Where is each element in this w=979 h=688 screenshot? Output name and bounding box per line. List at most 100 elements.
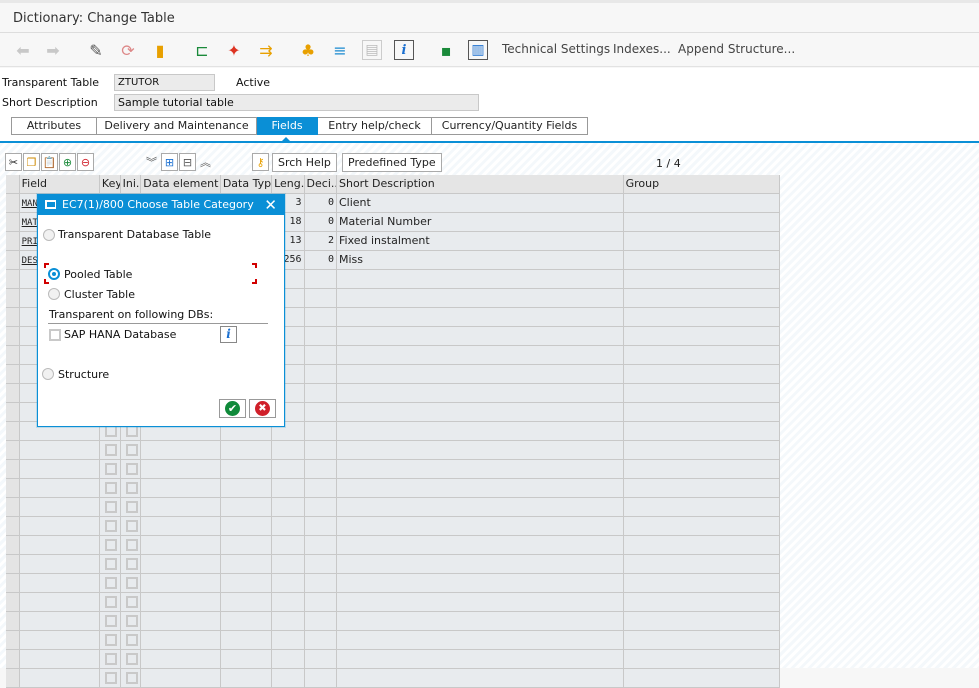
short-description-cell[interactable]	[337, 631, 624, 649]
decimals-cell[interactable]	[305, 270, 337, 288]
back-arrow-icon[interactable]: ⬅	[13, 40, 33, 60]
insert-row-icon[interactable]: ⊕	[59, 153, 76, 171]
tab-fields[interactable]: Fields	[257, 117, 318, 135]
decimals-cell[interactable]	[305, 403, 337, 421]
initial-values-checkbox[interactable]	[125, 596, 138, 608]
field-name-cell[interactable]	[20, 441, 100, 459]
group-cell[interactable]	[624, 327, 780, 345]
key-checkbox[interactable]	[104, 596, 117, 608]
expand-all-icon[interactable]: ︾	[143, 153, 160, 171]
group-cell[interactable]	[624, 441, 780, 459]
length-cell[interactable]	[272, 479, 305, 497]
field-name-cell[interactable]	[20, 479, 100, 497]
key-cell[interactable]	[100, 669, 121, 687]
paste-icon[interactable]: 📋	[41, 153, 58, 171]
row-selector[interactable]	[6, 365, 20, 383]
delete-row-icon[interactable]: ⊖	[77, 153, 94, 171]
row-selector[interactable]	[6, 251, 20, 269]
row-selector[interactable]	[6, 308, 20, 326]
col-key[interactable]: Key	[100, 175, 121, 193]
key-cell[interactable]	[100, 517, 121, 535]
initial-values-checkbox[interactable]	[125, 558, 138, 570]
initial-cell[interactable]	[121, 650, 142, 668]
length-cell[interactable]	[272, 669, 305, 687]
initial-cell[interactable]	[121, 536, 142, 554]
short-description-field[interactable]: Sample tutorial table	[114, 94, 479, 111]
short-description-cell[interactable]: Fixed instalment	[337, 232, 624, 250]
key-checkbox[interactable]	[104, 672, 117, 684]
field-link[interactable]: MAT	[22, 218, 38, 228]
display-object-list-icon[interactable]: ▤	[362, 40, 382, 60]
data-element-cell[interactable]	[141, 574, 221, 592]
data-element-cell[interactable]	[141, 555, 221, 573]
forward-arrow-icon[interactable]: ➡	[43, 40, 63, 60]
short-description-cell[interactable]	[337, 612, 624, 630]
row-selector[interactable]	[6, 650, 20, 668]
append-structure-button[interactable]: Append Structure...	[678, 42, 795, 56]
key-checkbox[interactable]	[104, 539, 117, 551]
group-cell[interactable]	[624, 289, 780, 307]
key-cell[interactable]	[100, 593, 121, 611]
short-description-cell[interactable]	[337, 574, 624, 592]
col-length[interactable]: Leng...	[272, 175, 305, 193]
decimals-cell[interactable]	[305, 365, 337, 383]
row-selector[interactable]	[6, 346, 20, 364]
predefined-type-button[interactable]: Predefined Type	[342, 153, 442, 172]
short-description-cell[interactable]	[337, 479, 624, 497]
data-type-cell[interactable]	[221, 650, 273, 668]
select-all-cell[interactable]	[6, 175, 20, 193]
col-initial[interactable]: Ini...	[121, 175, 142, 193]
data-element-cell[interactable]	[141, 536, 221, 554]
object-list-icon[interactable]: ≡	[330, 40, 350, 60]
info-icon[interactable]: i	[394, 40, 414, 60]
length-cell[interactable]	[272, 536, 305, 554]
decimals-cell[interactable]	[305, 631, 337, 649]
data-type-cell[interactable]	[221, 498, 273, 516]
length-cell[interactable]	[272, 555, 305, 573]
decimals-cell[interactable]	[305, 574, 337, 592]
short-description-cell[interactable]	[337, 536, 624, 554]
key-checkbox[interactable]	[104, 463, 117, 475]
group-cell[interactable]	[624, 479, 780, 497]
short-description-cell[interactable]	[337, 498, 624, 516]
col-decimals[interactable]: Deci...	[305, 175, 337, 193]
decimals-cell[interactable]	[305, 460, 337, 478]
tab-delivery-maintenance[interactable]: Delivery and Maintenance	[97, 117, 257, 135]
decimals-cell[interactable]	[305, 498, 337, 516]
initial-cell[interactable]	[121, 631, 142, 649]
data-element-cell[interactable]	[141, 593, 221, 611]
data-type-cell[interactable]	[221, 517, 273, 535]
field-name-cell[interactable]	[20, 631, 100, 649]
field-name-cell[interactable]	[20, 460, 100, 478]
key-cell[interactable]	[100, 612, 121, 630]
key-checkbox[interactable]	[104, 501, 117, 513]
field-name-cell[interactable]	[20, 498, 100, 516]
row-selector[interactable]	[6, 574, 20, 592]
col-data-element[interactable]: Data element	[141, 175, 221, 193]
short-description-cell[interactable]	[337, 270, 624, 288]
short-description-cell[interactable]	[337, 517, 624, 535]
data-type-cell[interactable]	[221, 441, 273, 459]
length-cell[interactable]	[272, 517, 305, 535]
field-link[interactable]: PRI	[22, 237, 38, 247]
row-selector[interactable]	[6, 612, 20, 630]
tab-attributes[interactable]: Attributes	[11, 117, 97, 135]
key-cell[interactable]	[100, 498, 121, 516]
short-description-cell[interactable]	[337, 346, 624, 364]
decimals-cell[interactable]	[305, 650, 337, 668]
data-element-cell[interactable]	[141, 479, 221, 497]
key-checkbox[interactable]	[104, 444, 117, 456]
row-selector[interactable]	[6, 593, 20, 611]
field-name-cell[interactable]	[20, 555, 100, 573]
length-cell[interactable]	[272, 593, 305, 611]
row-selector[interactable]	[6, 555, 20, 573]
field-name-cell[interactable]	[20, 650, 100, 668]
length-cell[interactable]	[272, 498, 305, 516]
row-selector[interactable]	[6, 403, 20, 421]
data-type-cell[interactable]	[221, 460, 273, 478]
group-cell[interactable]	[624, 612, 780, 630]
length-cell[interactable]	[272, 574, 305, 592]
initial-values-checkbox[interactable]	[125, 615, 138, 627]
initial-values-checkbox[interactable]	[125, 520, 138, 532]
hierarchy-icon[interactable]: ♣	[298, 40, 318, 60]
